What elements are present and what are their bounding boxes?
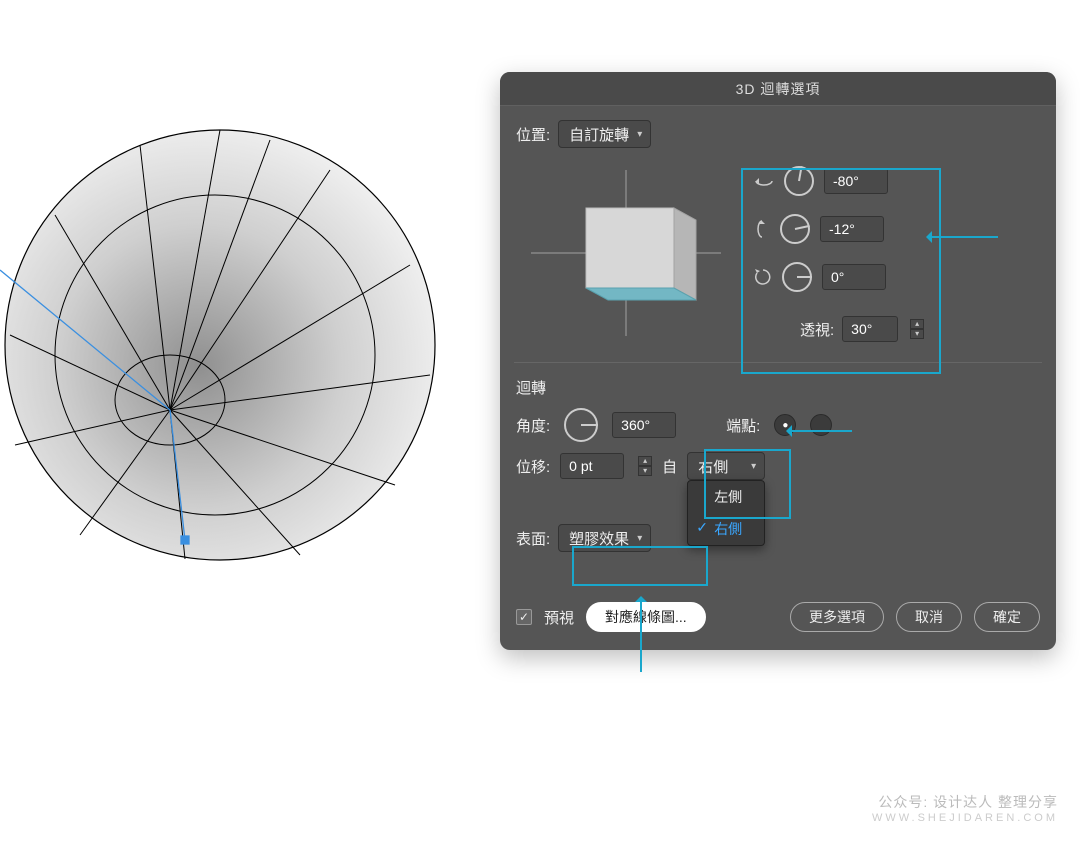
preview-checkbox[interactable]: ✓ — [516, 609, 532, 625]
map-art-button[interactable]: 對應線條圖... — [586, 602, 706, 632]
chevron-down-icon: ▾ — [637, 533, 642, 544]
perspective-input[interactable]: 30° — [842, 316, 898, 342]
watermark: 公众号: 设计达人 整理分享 WWW.SHEJIDAREN.COM — [872, 792, 1058, 824]
annotation-arrow-map-art — [640, 600, 642, 672]
offset-input[interactable]: 0 pt — [560, 453, 624, 479]
cancel-button[interactable]: 取消 — [896, 602, 962, 632]
dialog-3d-revolve-options: 3D 迴轉選項 位置: 自訂旋轉 ▾ — [500, 72, 1056, 650]
rotate-y-icon — [754, 219, 770, 239]
position-value: 自訂旋轉 — [569, 124, 629, 145]
dialog-titlebar[interactable]: 3D 迴轉選項 — [500, 72, 1056, 106]
angle-input[interactable]: 360° — [612, 412, 676, 438]
ok-button[interactable]: 確定 — [974, 602, 1040, 632]
annotation-arrow-offset — [790, 430, 852, 432]
chevron-down-icon: ▾ — [637, 129, 642, 140]
revolve-section-title: 迴轉 — [516, 377, 1040, 398]
perspective-stepper[interactable]: ▴▾ — [910, 319, 924, 339]
more-options-button[interactable]: 更多選項 — [790, 602, 884, 632]
perspective-label: 透視: — [800, 319, 834, 340]
dialog-title: 3D 迴轉選項 — [736, 79, 821, 99]
rotate-y-dial[interactable] — [780, 214, 810, 244]
offset-from-label: 自 — [662, 456, 677, 477]
offset-side-option-left[interactable]: 左側 — [688, 481, 764, 513]
watermark-line1: 公众号: 设计达人 整理分享 — [872, 792, 1058, 812]
rotate-x-input[interactable]: -80° — [824, 168, 888, 194]
annotation-highlight-map-art — [572, 546, 708, 586]
rotation-cube-track[interactable] — [516, 158, 736, 348]
preview-label: 預視 — [544, 607, 574, 628]
surface-label: 表面: — [516, 528, 550, 549]
rotate-y-input[interactable]: -12° — [820, 216, 884, 242]
rotate-z-icon — [754, 268, 772, 286]
rotate-x-dial[interactable] — [784, 166, 814, 196]
offset-side-option-right[interactable]: 右側 — [688, 513, 764, 545]
offset-label: 位移: — [516, 456, 550, 477]
angle-dial[interactable] — [564, 408, 598, 442]
cap-label: 端點: — [726, 415, 760, 436]
offset-side-dropdown: 左側 右側 — [687, 480, 765, 546]
canvas-preview — [0, 75, 460, 595]
rotate-x-icon — [754, 173, 774, 189]
chevron-down-icon: ▾ — [751, 461, 756, 472]
angle-label: 角度: — [516, 415, 550, 436]
annotation-arrow-rotation — [930, 236, 998, 238]
rotate-z-dial[interactable] — [782, 262, 812, 292]
rotate-z-input[interactable]: 0° — [822, 264, 886, 290]
watermark-line2: WWW.SHEJIDAREN.COM — [872, 812, 1058, 824]
cap-off-radio[interactable] — [810, 414, 832, 436]
offset-side-value: 右側 — [698, 456, 728, 477]
position-select[interactable]: 自訂旋轉 ▾ — [558, 120, 651, 148]
position-label: 位置: — [516, 124, 550, 145]
offset-side-select[interactable]: 右側 ▾ — [687, 452, 765, 480]
offset-stepper[interactable]: ▴▾ — [638, 456, 652, 476]
